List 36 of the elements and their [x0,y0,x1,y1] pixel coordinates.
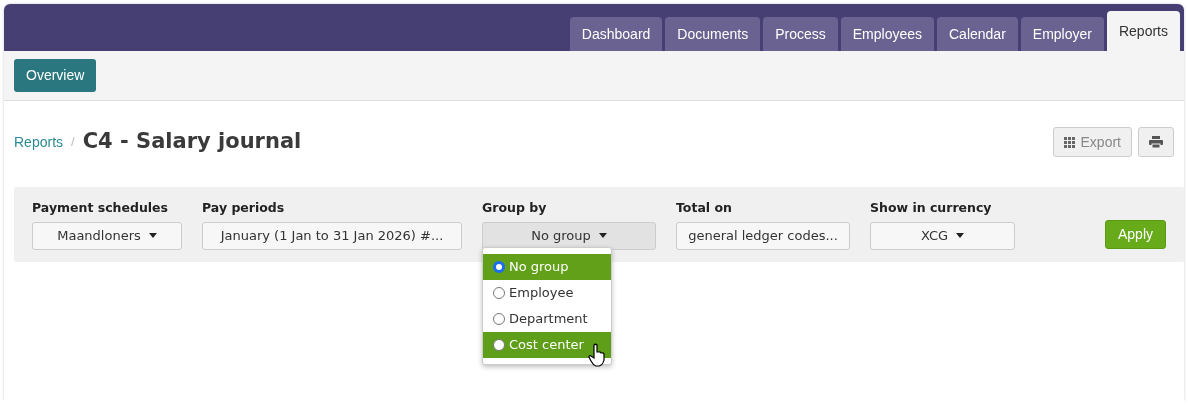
filter-label: Total on [676,199,733,217]
caret-icon [598,233,607,239]
grid-icon [1063,136,1075,148]
nav-tab[interactable]: Dashboard [569,17,663,51]
radio-button[interactable] [493,287,505,299]
page-title: C4 - Salary journal [82,129,302,155]
print-button[interactable] [1138,127,1174,157]
nav-tab[interactable]: Employer [1020,17,1104,51]
nav-tab[interactable]: Process [763,17,838,51]
radio-button[interactable] [493,339,505,351]
select-field[interactable]: January (1 Jan to 31 Jan 2026) #... [202,221,462,250]
breadcrumb-separator: / [71,133,75,152]
printer-icon [1149,136,1163,148]
overview-button[interactable]: Overview [14,59,97,92]
radio-button[interactable] [493,313,505,325]
breadcrumb-link[interactable]: Reports [14,131,64,153]
select-field[interactable]: general ledger codes... [676,221,850,250]
filter-label: Pay periods [202,199,286,217]
apply-button[interactable]: Apply [1104,220,1166,249]
menu-item[interactable]: Department [483,306,611,332]
nav-tab[interactable]: Documents [665,17,761,51]
filter-label: Group by [482,199,548,217]
filter-label: Payment schedules [32,199,170,217]
caret-icon [956,233,965,239]
nav-tab[interactable]: Employees [840,17,934,51]
nav-tab[interactable]: Calendar [937,17,1018,51]
menu-item[interactable]: Cost center [483,332,611,358]
filter-label: Show in currency [870,199,993,217]
radio-button[interactable] [493,261,505,273]
dropdown-select[interactable]: No group [482,221,656,250]
dropdown-select[interactable]: Maandloners [32,221,182,250]
menu-item[interactable]: No group [483,254,611,280]
caret-icon [148,233,157,239]
menu-item[interactable]: Employee [483,280,611,306]
dropdown-select[interactable]: XCG [870,221,1015,250]
nav-tab[interactable]: Reports [1106,11,1180,51]
